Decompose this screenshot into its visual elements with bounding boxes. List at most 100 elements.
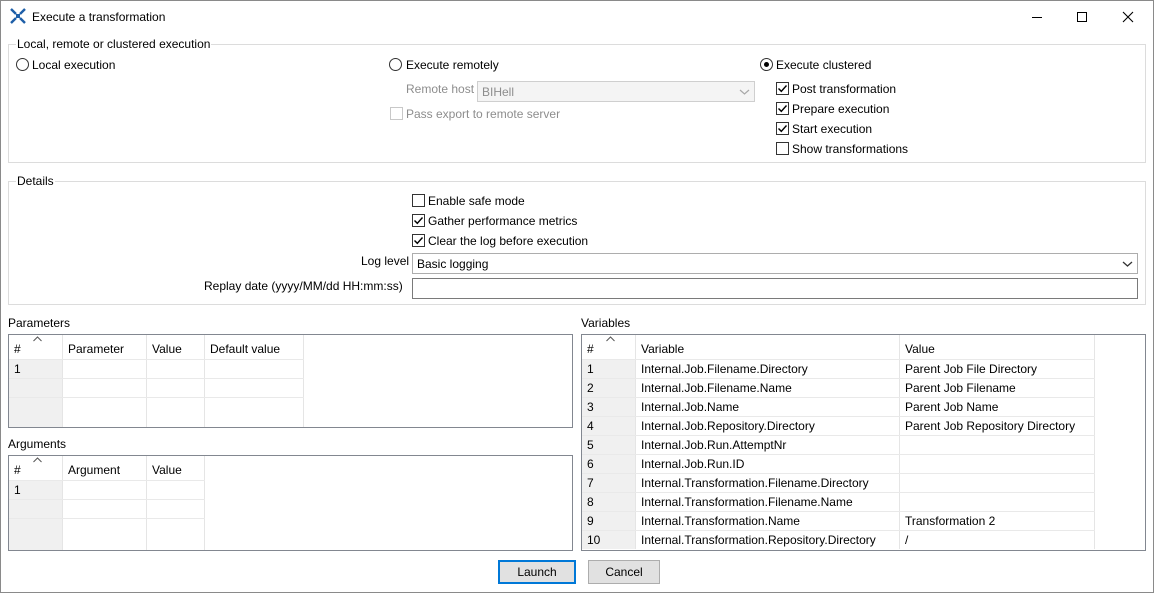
start-execution-checkbox[interactable] (776, 122, 789, 135)
table-header: # Argument Value (9, 456, 572, 480)
value-cell[interactable]: Parent Job Name (900, 398, 1095, 416)
parameter-cell[interactable] (63, 360, 147, 378)
variables-table[interactable]: # Variable Value 1 Internal.Job.Filename… (581, 334, 1146, 551)
table-row[interactable]: 2 Internal.Job.Filename.Name Parent Job … (582, 378, 1095, 397)
table-row[interactable]: 10 Internal.Transformation.Repository.Di… (582, 530, 1095, 549)
minimize-button[interactable] (1014, 1, 1060, 32)
pass-export-checkbox[interactable] (390, 107, 403, 120)
table-row[interactable]: 6 Internal.Job.Run.ID (582, 454, 1095, 473)
table-row[interactable]: 3 Internal.Job.Name Parent Job Name (582, 397, 1095, 416)
value-cell[interactable]: Parent Job Repository Directory (900, 417, 1095, 435)
variable-cell[interactable]: Internal.Transformation.Filename.Name (636, 493, 900, 511)
parameters-table[interactable]: # Parameter Value Default value 1 (8, 334, 573, 428)
row-index: 3 (582, 398, 636, 416)
cancel-button[interactable]: Cancel (588, 560, 660, 584)
start-execution-label: Start execution (792, 122, 873, 136)
variable-cell[interactable]: Internal.Job.Repository.Directory (636, 417, 900, 435)
performance-metrics-checkbox[interactable] (412, 214, 425, 227)
value-cell[interactable] (900, 455, 1095, 473)
empty-row (9, 518, 205, 550)
sort-caret-icon (606, 336, 615, 342)
value-cell[interactable] (147, 360, 205, 378)
execute-clustered-radio[interactable] (760, 58, 773, 71)
column-header[interactable]: Default value (205, 335, 304, 359)
empty-row (9, 397, 304, 427)
check-icon (414, 237, 424, 245)
show-transformations-checkbox[interactable] (776, 142, 789, 155)
replay-date-input[interactable] (412, 278, 1138, 299)
variable-cell[interactable]: Internal.Transformation.Repository.Direc… (636, 531, 900, 549)
variable-cell[interactable]: Internal.Transformation.Name (636, 512, 900, 530)
value-cell[interactable] (147, 481, 205, 499)
column-header[interactable]: Value (147, 335, 205, 359)
arguments-table[interactable]: # Argument Value 1 (8, 455, 573, 551)
safe-mode-checkbox[interactable] (412, 194, 425, 207)
value-cell[interactable] (900, 436, 1095, 454)
table-row[interactable]: 8 Internal.Transformation.Filename.Name (582, 492, 1095, 511)
empty-row (9, 378, 304, 397)
column-header[interactable]: Parameter (63, 335, 147, 359)
empty-row (9, 499, 205, 518)
remote-host-select[interactable]: BIHell (477, 81, 755, 102)
title-bar[interactable]: Execute a transformation (1, 1, 1153, 32)
value-cell[interactable] (900, 493, 1095, 511)
clear-log-checkbox[interactable] (412, 234, 425, 247)
variable-cell[interactable]: Internal.Job.Filename.Directory (636, 360, 900, 378)
column-header[interactable]: # (9, 335, 63, 359)
sort-caret-icon (33, 336, 42, 342)
local-execution-radio[interactable] (16, 58, 29, 71)
launch-button[interactable]: Launch (498, 560, 576, 584)
table-row[interactable]: 7 Internal.Transformation.Filename.Direc… (582, 473, 1095, 492)
check-icon (778, 85, 788, 93)
sort-caret-icon (33, 457, 42, 463)
variables-title: Variables (581, 316, 631, 330)
post-transformation-checkbox[interactable] (776, 82, 789, 95)
maximize-icon (1077, 11, 1087, 22)
row-index: 4 (582, 417, 636, 435)
variable-cell[interactable]: Internal.Job.Filename.Name (636, 379, 900, 397)
close-button[interactable] (1105, 1, 1151, 32)
remote-host-label: Remote host (406, 82, 475, 96)
column-header[interactable]: # (9, 456, 63, 480)
argument-cell[interactable] (63, 481, 147, 499)
column-header[interactable]: Variable (636, 335, 900, 359)
column-header[interactable]: Value (147, 456, 205, 480)
variable-cell[interactable]: Internal.Job.Run.AttemptNr (636, 436, 900, 454)
maximize-button[interactable] (1059, 1, 1105, 32)
table-row[interactable]: 5 Internal.Job.Run.AttemptNr (582, 435, 1095, 454)
value-cell[interactable]: Transformation 2 (900, 512, 1095, 530)
variable-cell[interactable]: Internal.Job.Name (636, 398, 900, 416)
chevron-down-icon (1120, 256, 1135, 271)
prepare-execution-checkbox[interactable] (776, 102, 789, 115)
parameters-title: Parameters (8, 316, 71, 330)
execution-group-title: Local, remote or clustered execution (16, 37, 212, 51)
app-icon (10, 8, 26, 24)
value-cell[interactable]: / (900, 531, 1095, 549)
table-row[interactable]: 1 (9, 359, 304, 378)
check-icon (778, 105, 788, 113)
column-header[interactable]: Value (900, 335, 1095, 359)
default-value-cell[interactable] (205, 360, 304, 378)
table-row[interactable]: 9 Internal.Transformation.Name Transform… (582, 511, 1095, 530)
column-header[interactable]: Argument (63, 456, 147, 480)
replay-date-label: Replay date (yyyy/MM/dd HH:mm:ss) (204, 279, 403, 293)
table-row[interactable]: 4 Internal.Job.Repository.Directory Pare… (582, 416, 1095, 435)
variable-cell[interactable]: Internal.Job.Run.ID (636, 455, 900, 473)
arguments-title: Arguments (8, 437, 67, 451)
row-index: 9 (582, 512, 636, 530)
value-cell[interactable] (900, 474, 1095, 492)
row-index: 2 (582, 379, 636, 397)
table-row[interactable]: 1 (9, 480, 205, 499)
log-level-select[interactable]: Basic logging (412, 253, 1138, 274)
row-index: 10 (582, 531, 636, 549)
value-cell[interactable]: Parent Job File Directory (900, 360, 1095, 378)
variable-cell[interactable]: Internal.Transformation.Filename.Directo… (636, 474, 900, 492)
value-cell[interactable]: Parent Job Filename (900, 379, 1095, 397)
log-level-value: Basic logging (417, 257, 489, 271)
prepare-execution-label: Prepare execution (792, 102, 890, 116)
execute-remotely-radio[interactable] (389, 58, 402, 71)
table-row[interactable]: 1 Internal.Job.Filename.Directory Parent… (582, 359, 1095, 378)
column-header[interactable]: # (582, 335, 636, 359)
row-index: 1 (9, 481, 63, 499)
execution-group (8, 44, 1146, 163)
